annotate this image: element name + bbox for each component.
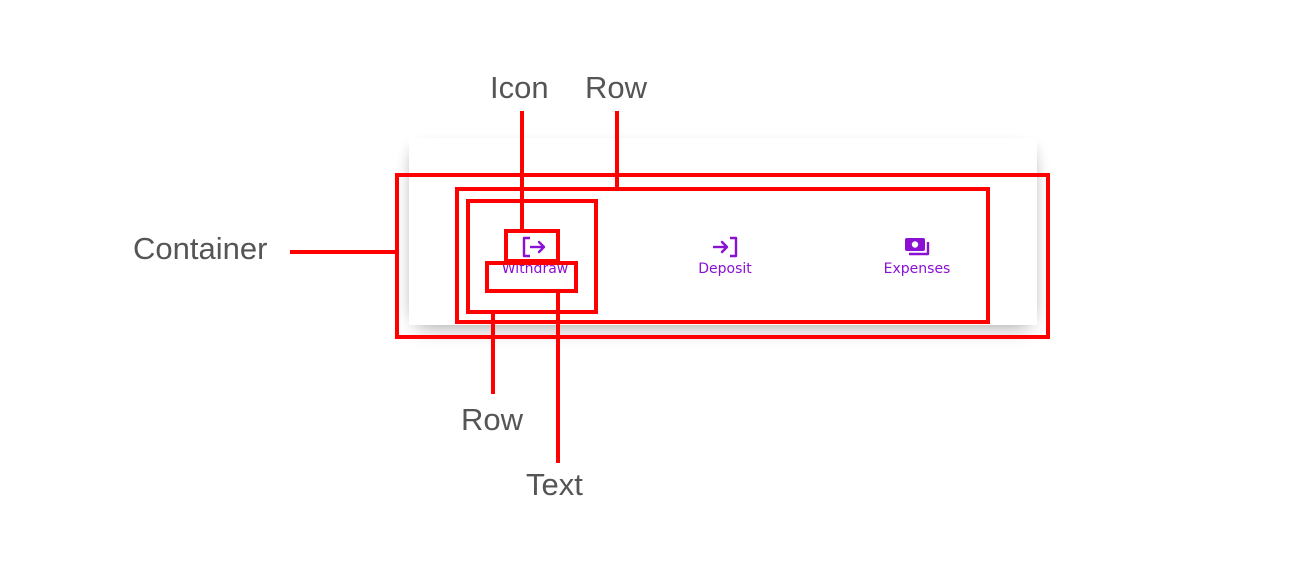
icon-leader-line [520, 111, 524, 229]
row-outer-leader-line [615, 111, 619, 187]
text-outline [485, 261, 578, 293]
icon-outline [504, 229, 560, 263]
container-leader-line [290, 250, 395, 254]
callout-text: Text [526, 467, 583, 502]
callout-icon: Icon [490, 70, 549, 105]
callout-row-outer: Row [585, 70, 648, 105]
callout-container: Container [133, 231, 268, 266]
callout-row-inner: Row [461, 402, 524, 437]
row-inner-leader-line [491, 314, 495, 394]
text-leader-line [556, 293, 560, 463]
